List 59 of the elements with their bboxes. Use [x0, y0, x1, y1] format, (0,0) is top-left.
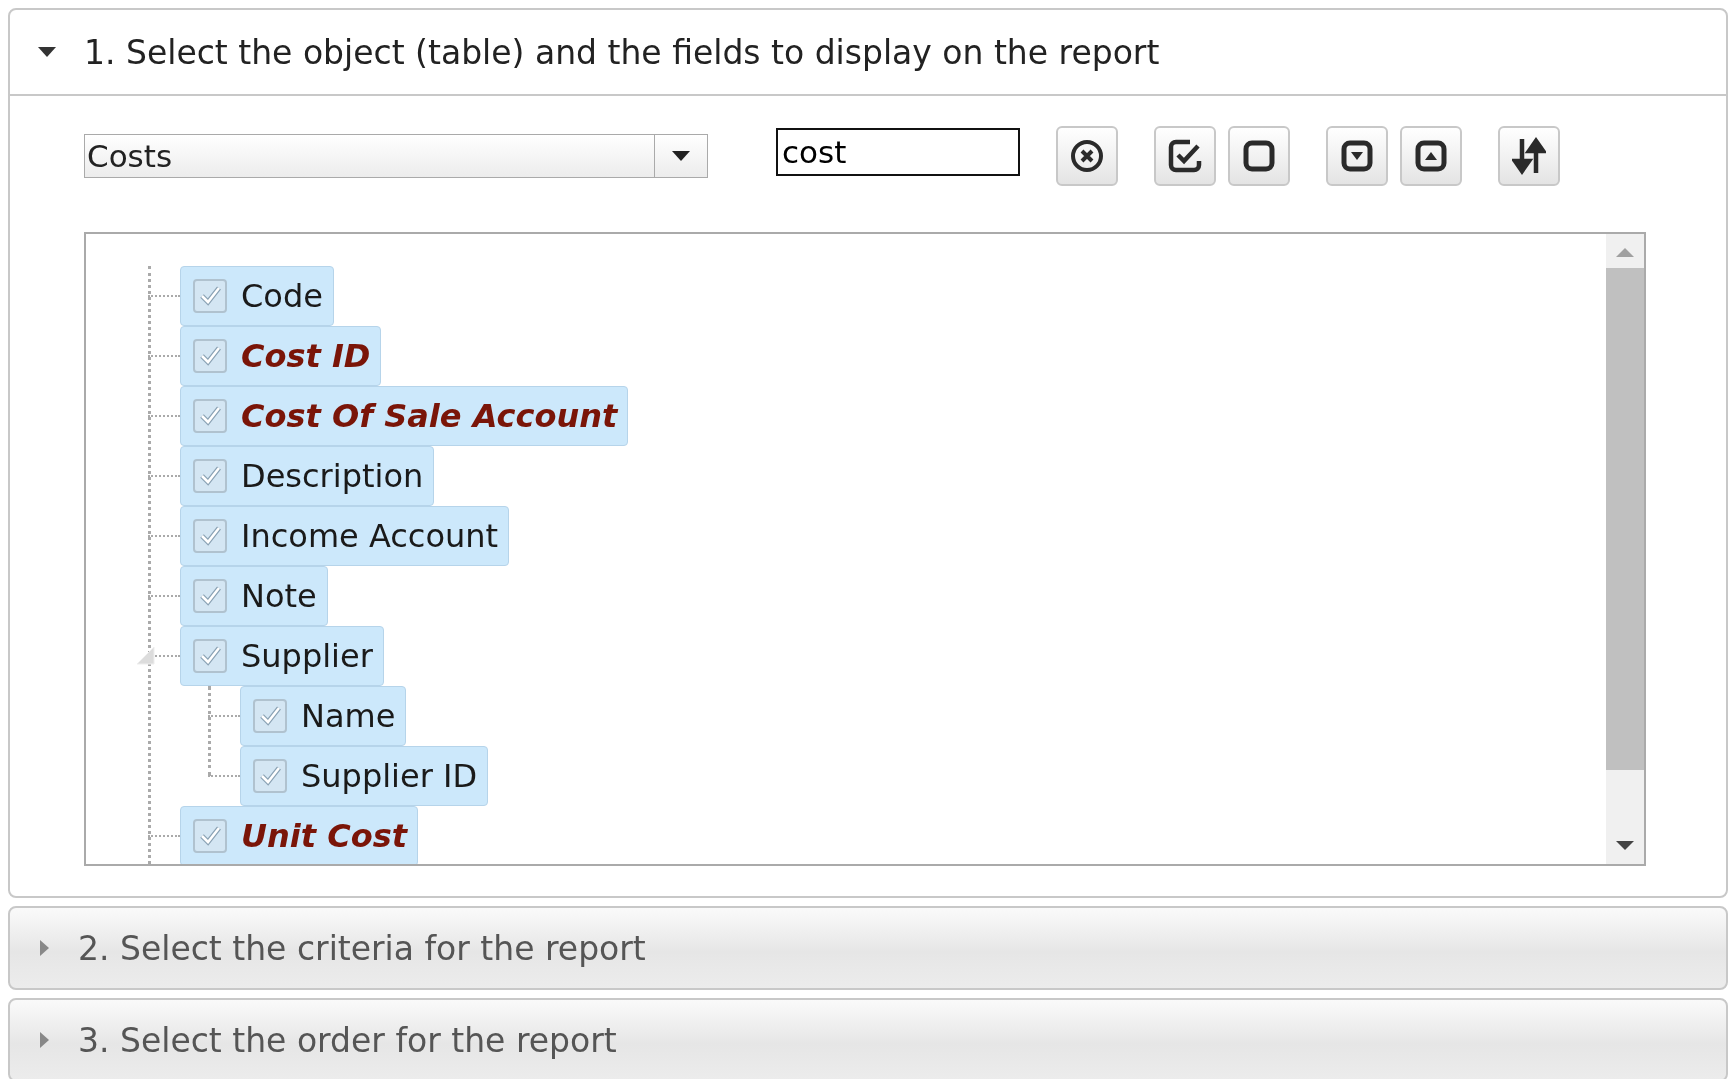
checkbox-checked-icon [1168, 139, 1202, 173]
checkbox[interactable] [193, 519, 227, 553]
section-header[interactable]: 3. Select the order for the report [10, 1000, 1726, 1079]
checkmark-icon [198, 644, 222, 668]
section-title: 2. Select the criteria for the report [78, 928, 646, 968]
section-title: 1. Select the object (table) and the fields to display on the report [84, 32, 1160, 72]
checkmark-icon [198, 464, 222, 488]
checkbox[interactable] [193, 639, 227, 673]
expand-all-button[interactable] [1326, 126, 1388, 186]
sort-icon [1512, 137, 1546, 175]
caret-right-icon [38, 939, 50, 957]
checkbox[interactable] [193, 279, 227, 313]
clear-button[interactable] [1056, 126, 1118, 186]
tree-item[interactable]: Income Account [180, 506, 510, 566]
tree-item[interactable]: Description [180, 446, 435, 506]
checkbox[interactable] [193, 459, 227, 493]
tree-item[interactable]: Note [180, 566, 328, 626]
checkmark-icon [198, 524, 222, 548]
check-all-button[interactable] [1154, 126, 1216, 186]
checkmark-icon [258, 704, 282, 728]
checkbox[interactable] [253, 759, 287, 793]
scrollbar[interactable] [1606, 234, 1644, 864]
checkbox[interactable] [193, 579, 227, 613]
tree-item[interactable]: Cost Of Sale Account [180, 386, 629, 446]
tree-item[interactable]: Code [180, 266, 334, 326]
expander-icon[interactable] [134, 644, 156, 666]
checkmark-icon [198, 284, 222, 308]
scrollbar-thumb[interactable] [1606, 268, 1644, 770]
filter-field[interactable]: cost [776, 128, 1020, 176]
scroll-down-icon[interactable] [1615, 840, 1635, 852]
square-caret-down-icon [1340, 139, 1374, 173]
tree-item[interactable]: Unit Cost [180, 806, 418, 864]
caret-down-icon [38, 46, 56, 58]
section-title: 3. Select the order for the report [78, 1020, 617, 1060]
checkbox[interactable] [253, 699, 287, 733]
tree-item[interactable]: Name [240, 686, 407, 746]
checkmark-icon [198, 404, 222, 428]
close-icon [1070, 139, 1104, 173]
scroll-up-icon[interactable] [1615, 246, 1635, 258]
checkbox-empty-icon [1242, 139, 1276, 173]
checkbox[interactable] [193, 339, 227, 373]
sort-button[interactable] [1498, 126, 1560, 186]
checkmark-icon [198, 344, 222, 368]
section-header[interactable]: 2. Select the criteria for the report [10, 908, 1726, 988]
caret-right-icon [38, 1031, 50, 1049]
object-dropdown[interactable]: Costs [84, 134, 708, 178]
square-caret-up-icon [1414, 139, 1448, 173]
checkbox[interactable] [193, 819, 227, 853]
tree-item[interactable]: Supplier ID [240, 746, 489, 806]
section-header[interactable]: 1. Select the object (table) and the fields to display on the report [10, 10, 1726, 96]
checkmark-icon [198, 824, 222, 848]
uncheck-all-button[interactable] [1228, 126, 1290, 186]
checkmark-icon [258, 764, 282, 788]
checkbox[interactable] [193, 399, 227, 433]
tree-item[interactable]: Supplier [180, 626, 384, 686]
checkmark-icon [198, 584, 222, 608]
collapse-all-button[interactable] [1400, 126, 1462, 186]
tree-item[interactable]: Cost ID [180, 326, 382, 386]
caret-down-icon [672, 151, 690, 161]
